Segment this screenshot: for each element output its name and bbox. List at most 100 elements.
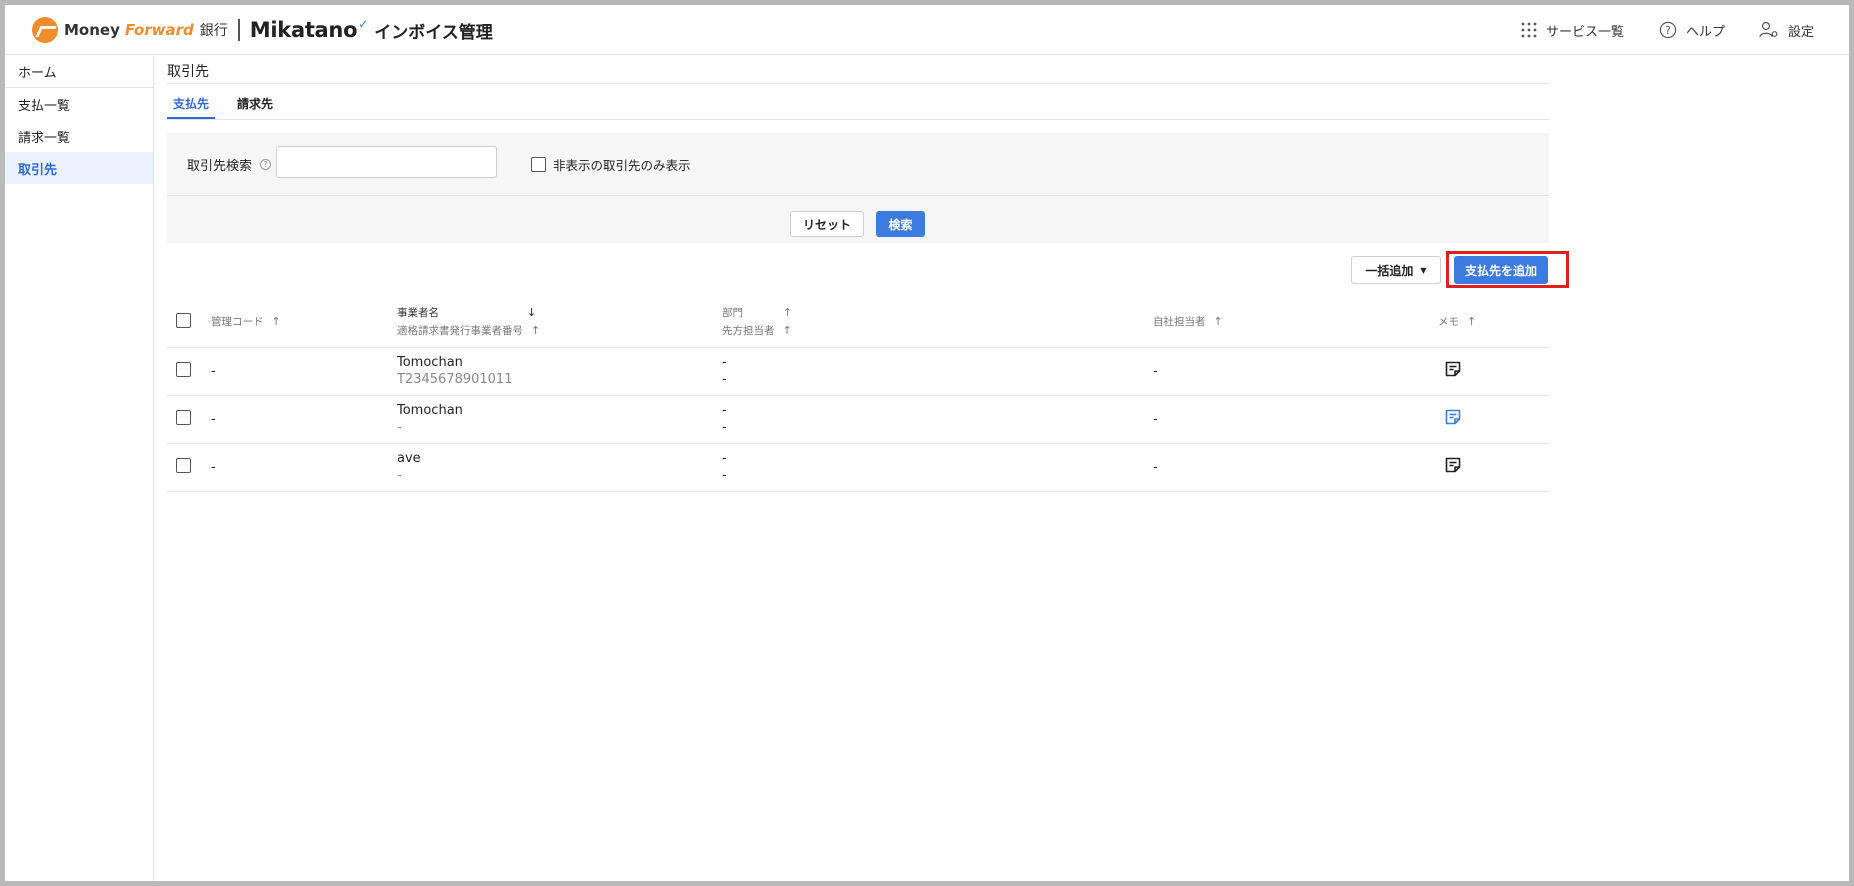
row-department: - [722, 403, 727, 418]
select-all-cell [167, 297, 211, 348]
app-logo[interactable]: Money Forward 銀行 Mikatano ✓ インボイス管理 [32, 17, 493, 43]
action-row: 一括追加 ▼ 支払先を追加 [167, 243, 1569, 297]
header-name[interactable]: 事業者名 ↓ 適格請求書発行事業者番号 ↑ [397, 297, 722, 348]
row-name-cell: Tomochan T2345678901011 [397, 347, 722, 396]
header-department[interactable]: 部門 ↑ 先方担当者 ↑ [722, 297, 1153, 348]
tab-bar: 支払先 請求先 [167, 84, 1549, 120]
sort-up-icon[interactable]: ↑ [783, 324, 792, 337]
row-department: - [722, 451, 727, 466]
logo-bank-text: 銀行 [199, 23, 228, 39]
memo-icon[interactable] [1444, 408, 1462, 430]
settings-label: 設定 [1788, 24, 1815, 40]
hidden-only-checkbox[interactable]: 非表示の取引先のみ表示 [531, 155, 691, 174]
row-select-cell [167, 443, 211, 492]
sort-up-icon[interactable]: ↑ [272, 315, 281, 328]
row-name[interactable]: ave [397, 450, 722, 467]
sort-up-icon[interactable]: ↑ [1214, 315, 1223, 328]
main-content: 取引先 支払先 請求先 取引先検索 ? 非表示の取引先のみ表示 リセット 検索 [167, 56, 1569, 492]
search-label: 取引先検索 ? [187, 155, 272, 174]
table-header-row: 管理コード ↑ 事業者名 ↓ 適格請求書発行事業者番号 ↑ 部門 ↑ 先方担当者… [167, 297, 1549, 348]
grid-icon [1521, 22, 1537, 38]
logo-forward-text: Forward [124, 21, 194, 39]
row-checkbox[interactable] [176, 361, 191, 377]
row-code: - [211, 443, 397, 492]
app-window: Money Forward 銀行 Mikatano ✓ インボイス管理 サービス… [5, 5, 1849, 881]
tab-billing-partners[interactable]: 請求先 [231, 95, 279, 119]
user-gear-icon [1759, 21, 1779, 39]
row-name[interactable]: Tomochan [397, 354, 722, 371]
search-button[interactable]: 検索 [876, 211, 925, 237]
header-contact-label: 先方担当者 [722, 325, 775, 338]
search-label-text: 取引先検索 [187, 159, 253, 174]
row-code: - [211, 395, 397, 444]
memo-icon[interactable] [1444, 360, 1462, 382]
caret-down-icon: ▼ [1420, 265, 1427, 275]
sort-up-icon[interactable]: ↑ [531, 324, 540, 337]
page-title: 取引先 [167, 56, 1549, 84]
help-circle-icon[interactable]: ? [260, 159, 272, 170]
row-select-cell [167, 347, 211, 396]
header-owner[interactable]: 自社担当者 ↑ [1153, 297, 1438, 348]
search-panel: 取引先検索 ? 非表示の取引先のみ表示 リセット 検索 [167, 133, 1549, 243]
row-name[interactable]: Tomochan [397, 402, 722, 419]
table-row[interactable]: - Tomochan T2345678901011 - - - [167, 347, 1549, 396]
row-code: - [211, 347, 397, 396]
partner-search-input[interactable] [276, 146, 497, 178]
row-contact: - [722, 420, 727, 435]
checkbox-icon[interactable] [531, 157, 546, 172]
header-code[interactable]: 管理コード ↑ [211, 297, 397, 348]
memo-icon[interactable] [1444, 456, 1462, 478]
row-department: - [722, 355, 727, 370]
bulk-add-button[interactable]: 一括追加 ▼ [1351, 256, 1441, 284]
table-row[interactable]: - Tomochan - - - - [167, 395, 1549, 444]
header-department-label: 部門 [722, 307, 743, 320]
row-department-cell: - - [722, 395, 1153, 444]
header-name-label: 事業者名 [397, 307, 439, 320]
services-menu[interactable]: サービス一覧 [1521, 5, 1624, 55]
top-header: Money Forward 銀行 Mikatano ✓ インボイス管理 サービス… [5, 5, 1849, 55]
sidebar-item-partners[interactable]: 取引先 [5, 152, 153, 184]
row-memo-cell [1438, 347, 1549, 396]
row-department-cell: - - [722, 443, 1153, 492]
help-menu[interactable]: ? ヘルプ [1659, 5, 1725, 55]
header-memo-label: メモ [1438, 316, 1459, 329]
row-owner: - [1153, 395, 1438, 444]
logo-money-text: Money [64, 21, 120, 39]
services-label: サービス一覧 [1546, 24, 1625, 40]
add-payee-button[interactable]: 支払先を追加 [1454, 256, 1548, 284]
row-invoice-no: T2345678901011 [397, 372, 513, 387]
sort-down-icon[interactable]: ↓ [527, 306, 536, 319]
sidebar-item-home[interactable]: ホーム [5, 56, 153, 88]
logo-app-name: インボイス管理 [374, 22, 493, 43]
row-invoice-no: - [397, 420, 402, 435]
row-contact: - [722, 468, 727, 483]
header-invoice-label: 適格請求書発行事業者番号 [397, 325, 523, 338]
partners-table: 管理コード ↑ 事業者名 ↓ 適格請求書発行事業者番号 ↑ 部門 ↑ 先方担当者… [167, 297, 1549, 492]
sort-up-icon[interactable]: ↑ [1467, 315, 1476, 328]
sort-up-icon[interactable]: ↑ [783, 306, 792, 319]
row-checkbox[interactable] [176, 457, 191, 473]
row-checkbox[interactable] [176, 409, 191, 425]
tab-payees[interactable]: 支払先 [167, 95, 216, 119]
row-select-cell [167, 395, 211, 444]
logo-accent-icon: ✓ [358, 17, 369, 31]
table-row[interactable]: - ave - - - - [167, 443, 1549, 492]
row-owner: - [1153, 443, 1438, 492]
row-owner: - [1153, 347, 1438, 396]
row-department-cell: - - [722, 347, 1153, 396]
header-owner-label: 自社担当者 [1153, 316, 1206, 329]
moneyforward-logo-icon [32, 17, 58, 43]
row-memo-cell [1438, 443, 1549, 492]
sidebar-item-payments[interactable]: 支払一覧 [5, 88, 153, 120]
select-all-checkbox[interactable] [176, 312, 191, 328]
question-circle-icon: ? [1659, 21, 1677, 39]
settings-menu[interactable]: 設定 [1759, 5, 1814, 55]
row-invoice-no: - [397, 468, 402, 483]
logo-divider [237, 19, 240, 41]
svg-text:?: ? [1665, 24, 1671, 37]
reset-button[interactable]: リセット [790, 211, 864, 237]
header-memo[interactable]: メモ ↑ [1438, 297, 1549, 348]
row-name-cell: ave - [397, 443, 722, 492]
help-label: ヘルプ [1686, 24, 1726, 40]
sidebar-item-invoices[interactable]: 請求一覧 [5, 120, 153, 152]
